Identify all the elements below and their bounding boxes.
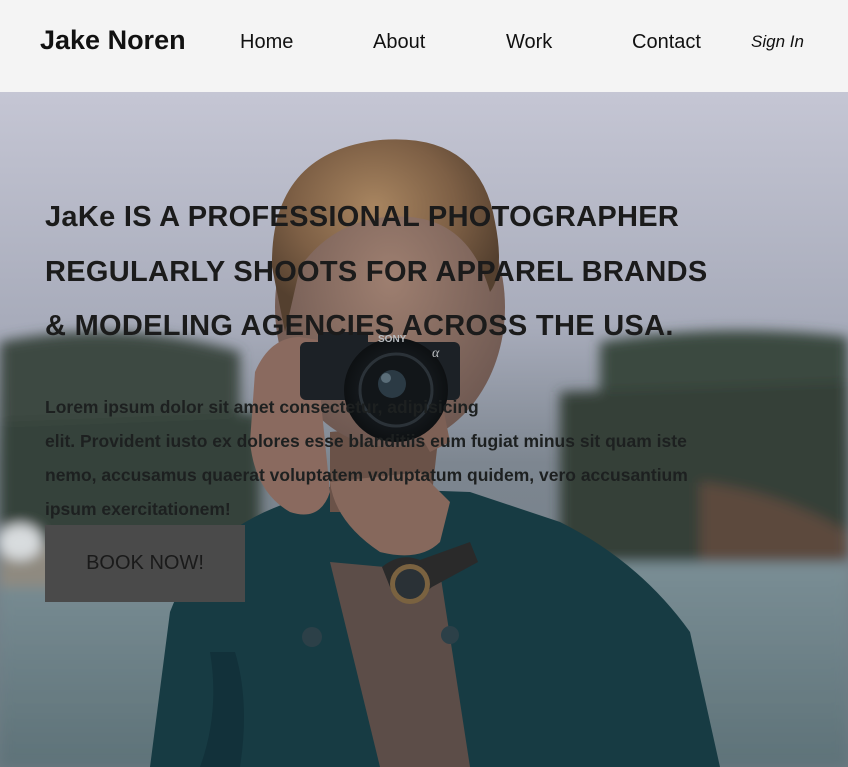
headline-line: & MODELING AGENCIES ACROSS THE USA.: [45, 310, 674, 342]
book-now-button[interactable]: BOOK NOW!: [45, 525, 245, 602]
nav-link-contact[interactable]: Contact: [632, 31, 701, 54]
nav-link-home[interactable]: Home: [240, 31, 293, 54]
hero-headline: JaKe IS A PROFESSIONAL PHOTOGRAPHER REGU…: [45, 190, 825, 354]
brand-logo-text[interactable]: Jake Noren: [40, 25, 186, 56]
sign-in-link[interactable]: Sign In: [751, 32, 804, 52]
paragraph-line: elit. Provident iusto ex dolores esse bl…: [45, 431, 687, 451]
paragraph-line: Lorem ipsum dolor sit amet consectetur, …: [45, 397, 479, 417]
nav-link-about[interactable]: About: [373, 31, 425, 54]
hero-section: SONY α JaKe IS A PROFESSIONAL PHOTOGRAPH…: [0, 92, 848, 767]
headline-line: JaKe IS A PROFESSIONAL PHOTOGRAPHER: [45, 201, 680, 233]
paragraph-line: nemo, accusamus quaerat voluptatem volup…: [45, 465, 688, 485]
headline-line: REGULARLY SHOOTS FOR APPAREL BRANDS: [45, 255, 708, 288]
hero-paragraph: Lorem ipsum dolor sit amet consectetur, …: [45, 390, 805, 526]
top-navbar: Jake Noren Home About Work Contact Sign …: [0, 0, 848, 92]
nav-link-work[interactable]: Work: [506, 31, 552, 54]
paragraph-line: ipsum exercitationem!: [45, 499, 231, 519]
